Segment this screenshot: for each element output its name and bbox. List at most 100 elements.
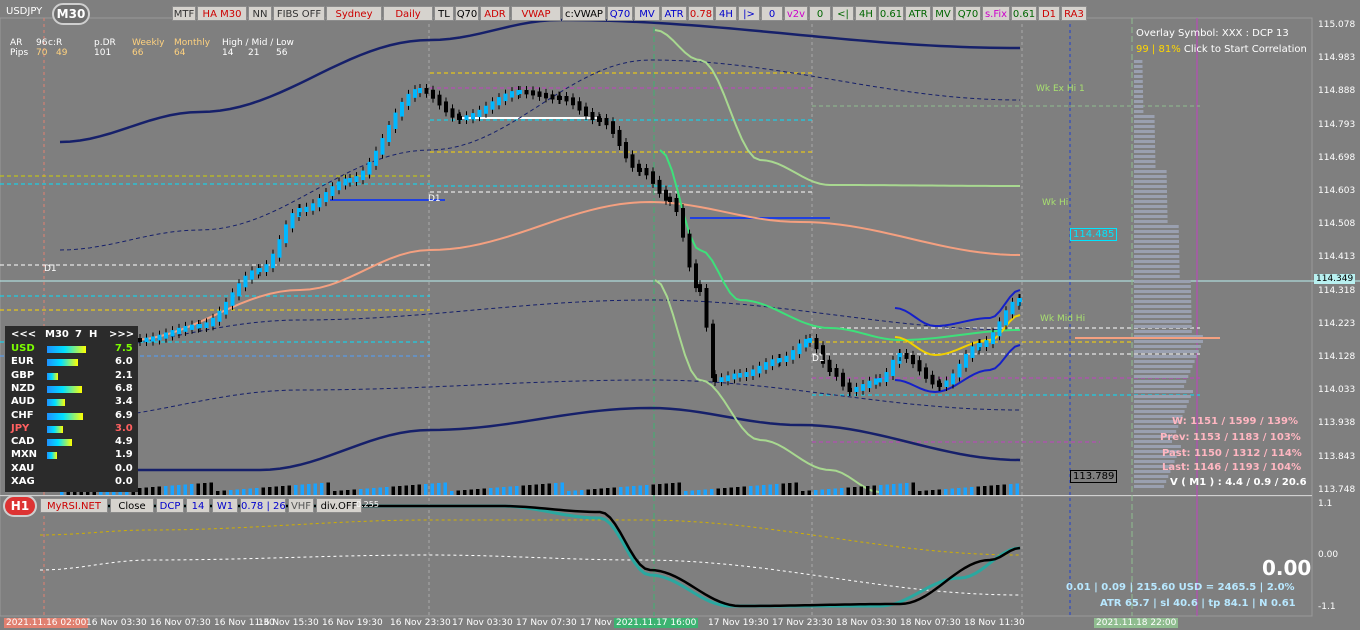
volume-bar <box>203 483 207 495</box>
strength-bar <box>47 399 65 407</box>
toolbar-button-28[interactable]: D1 <box>1038 6 1060 21</box>
volume-bar <box>372 488 376 495</box>
volume-profile-bar <box>1134 350 1199 353</box>
volume-bar <box>573 490 577 495</box>
toolbar-button-23[interactable]: ATR <box>905 6 931 21</box>
volume-profile-bar <box>1134 360 1195 363</box>
volume-bar <box>684 491 688 495</box>
toolbar-button-22[interactable]: 0.61 <box>878 6 904 21</box>
volume-profile-bar <box>1134 125 1155 128</box>
toolbar-button-0[interactable]: MTF <box>172 6 196 21</box>
candle-body <box>898 353 902 358</box>
toolbar-button-18[interactable]: v2v <box>784 6 808 21</box>
lower-toolbar-button-6[interactable]: VHF <box>288 498 314 513</box>
toolbar-button-16[interactable]: |> <box>738 6 760 21</box>
volume-profile-bar <box>1134 375 1189 378</box>
candle-body <box>1010 301 1015 315</box>
toolbar-button-13[interactable]: ATR <box>661 6 687 21</box>
candle-body <box>444 101 448 113</box>
toolbar-button-14[interactable]: 0.78 <box>688 6 714 21</box>
volume-profile-bar <box>1134 230 1179 233</box>
toolbar-button-8[interactable]: ADR <box>480 6 510 21</box>
volume-profile-bar <box>1134 115 1155 118</box>
volume-bar <box>859 486 863 495</box>
correlation-link[interactable]: 99 | 81% Click to Start Correlation <box>1136 44 1307 55</box>
candle-body <box>311 203 315 211</box>
volume-bar <box>677 482 681 495</box>
volume-bar <box>138 488 142 495</box>
volume-bar <box>814 490 818 495</box>
volume-bar <box>190 484 194 495</box>
strength-value: 0.0 <box>115 462 133 474</box>
lower-toolbar-button-2[interactable]: DCP <box>156 498 184 513</box>
currency-code: GBP <box>11 369 35 381</box>
candle-body <box>250 270 254 280</box>
toolbar-button-17[interactable]: 0 <box>761 6 783 21</box>
lower-toolbar-button-5[interactable]: 0.78 | 26 <box>240 498 286 513</box>
volume-profile-bar <box>1134 370 1191 373</box>
volume-bar <box>469 489 473 495</box>
toolbar-button-2[interactable]: NN <box>248 6 272 21</box>
strength-header-0[interactable]: <<< <box>11 329 36 340</box>
candle-body <box>464 115 469 120</box>
vwap-line <box>129 200 1021 341</box>
volume-bar <box>963 487 967 495</box>
price-tick-9: 114.223 <box>1318 318 1356 329</box>
toolbar-button-9[interactable]: VWAP <box>511 6 561 21</box>
toolbar-button-7[interactable]: Q70 <box>455 6 479 21</box>
price-tick-4: 114.698 <box>1318 152 1356 163</box>
volume-bar <box>385 487 389 495</box>
strength-value: 6.0 <box>115 356 133 368</box>
toolbar-button-6[interactable]: TL <box>434 6 454 21</box>
volume-profile-bar <box>1134 200 1168 203</box>
currency-code: CAD <box>11 436 35 448</box>
stats-head-3: p.DR <box>94 38 116 48</box>
volume-bar <box>658 484 662 495</box>
toolbar-button-3[interactable]: FIBS OFF <box>273 6 325 21</box>
lower-toolbar-button-4[interactable]: W1 <box>212 498 238 513</box>
candle-body <box>970 346 975 358</box>
lower-toolbar-button-1[interactable]: Close <box>110 498 154 513</box>
toolbar-button-1[interactable]: HA M30 <box>197 6 247 21</box>
strength-header-4[interactable]: >>> <box>109 329 134 340</box>
stats-val-0: Pips <box>10 48 29 58</box>
strength-bar <box>47 439 73 447</box>
strength-bar <box>47 359 79 367</box>
toolbar-button-21[interactable]: 4H <box>855 6 877 21</box>
volume-profile-bar <box>1134 110 1144 113</box>
price-tag-114485: 114.485 <box>1070 228 1118 241</box>
volume-profile-bar <box>1134 75 1143 78</box>
candle-body <box>204 322 209 328</box>
toolbar-button-10[interactable]: c:VWAP <box>562 6 606 21</box>
toolbar-button-24[interactable]: MV <box>932 6 954 21</box>
toolbar-button-5[interactable]: Daily <box>383 6 433 21</box>
candle-body <box>337 181 341 191</box>
toolbar-button-20[interactable]: <| <box>832 6 854 21</box>
lower-toolbar-button-3[interactable]: 14 <box>186 498 210 513</box>
lower-timeframe-badge[interactable]: H1 <box>3 495 37 517</box>
price-tick-12: 113.938 <box>1318 418 1356 429</box>
chart-canvas[interactable] <box>0 0 1360 630</box>
strength-row-jpy: JPY 3.0 <box>11 423 136 436</box>
volume-profile-bar <box>1134 95 1144 98</box>
strength-value: 6.9 <box>115 409 133 421</box>
toolbar-button-11[interactable]: Q70 <box>607 6 633 21</box>
timeframe-badge[interactable]: M30 <box>52 3 90 25</box>
toolbar-button-12[interactable]: MV <box>634 6 660 21</box>
lower-toolbar-button-0[interactable]: MyRSI.NET <box>40 498 108 513</box>
currency-code: EUR <box>11 356 34 368</box>
candle-body <box>518 90 522 95</box>
toolbar-button-29[interactable]: RA3 <box>1061 6 1087 21</box>
volume-bar <box>528 485 532 495</box>
candle-body <box>348 178 352 183</box>
toolbar-button-15[interactable]: 4H <box>715 6 737 21</box>
toolbar-button-4[interactable]: Sydney <box>326 6 382 21</box>
toolbar-button-19[interactable]: 0 <box>809 6 831 21</box>
toolbar-button-27[interactable]: 0.61 <box>1011 6 1037 21</box>
strength-bar <box>47 385 83 393</box>
risk-stats-1: 0.01 | 0.09 | 215.60 USD = 2465.5 | 2.0% <box>1066 582 1295 593</box>
toolbar-button-26[interactable]: s.Fix <box>982 6 1010 21</box>
volume-profile-bar <box>1134 395 1191 398</box>
price-tick-13: 113.843 <box>1318 451 1356 462</box>
toolbar-button-25[interactable]: Q70 <box>955 6 981 21</box>
